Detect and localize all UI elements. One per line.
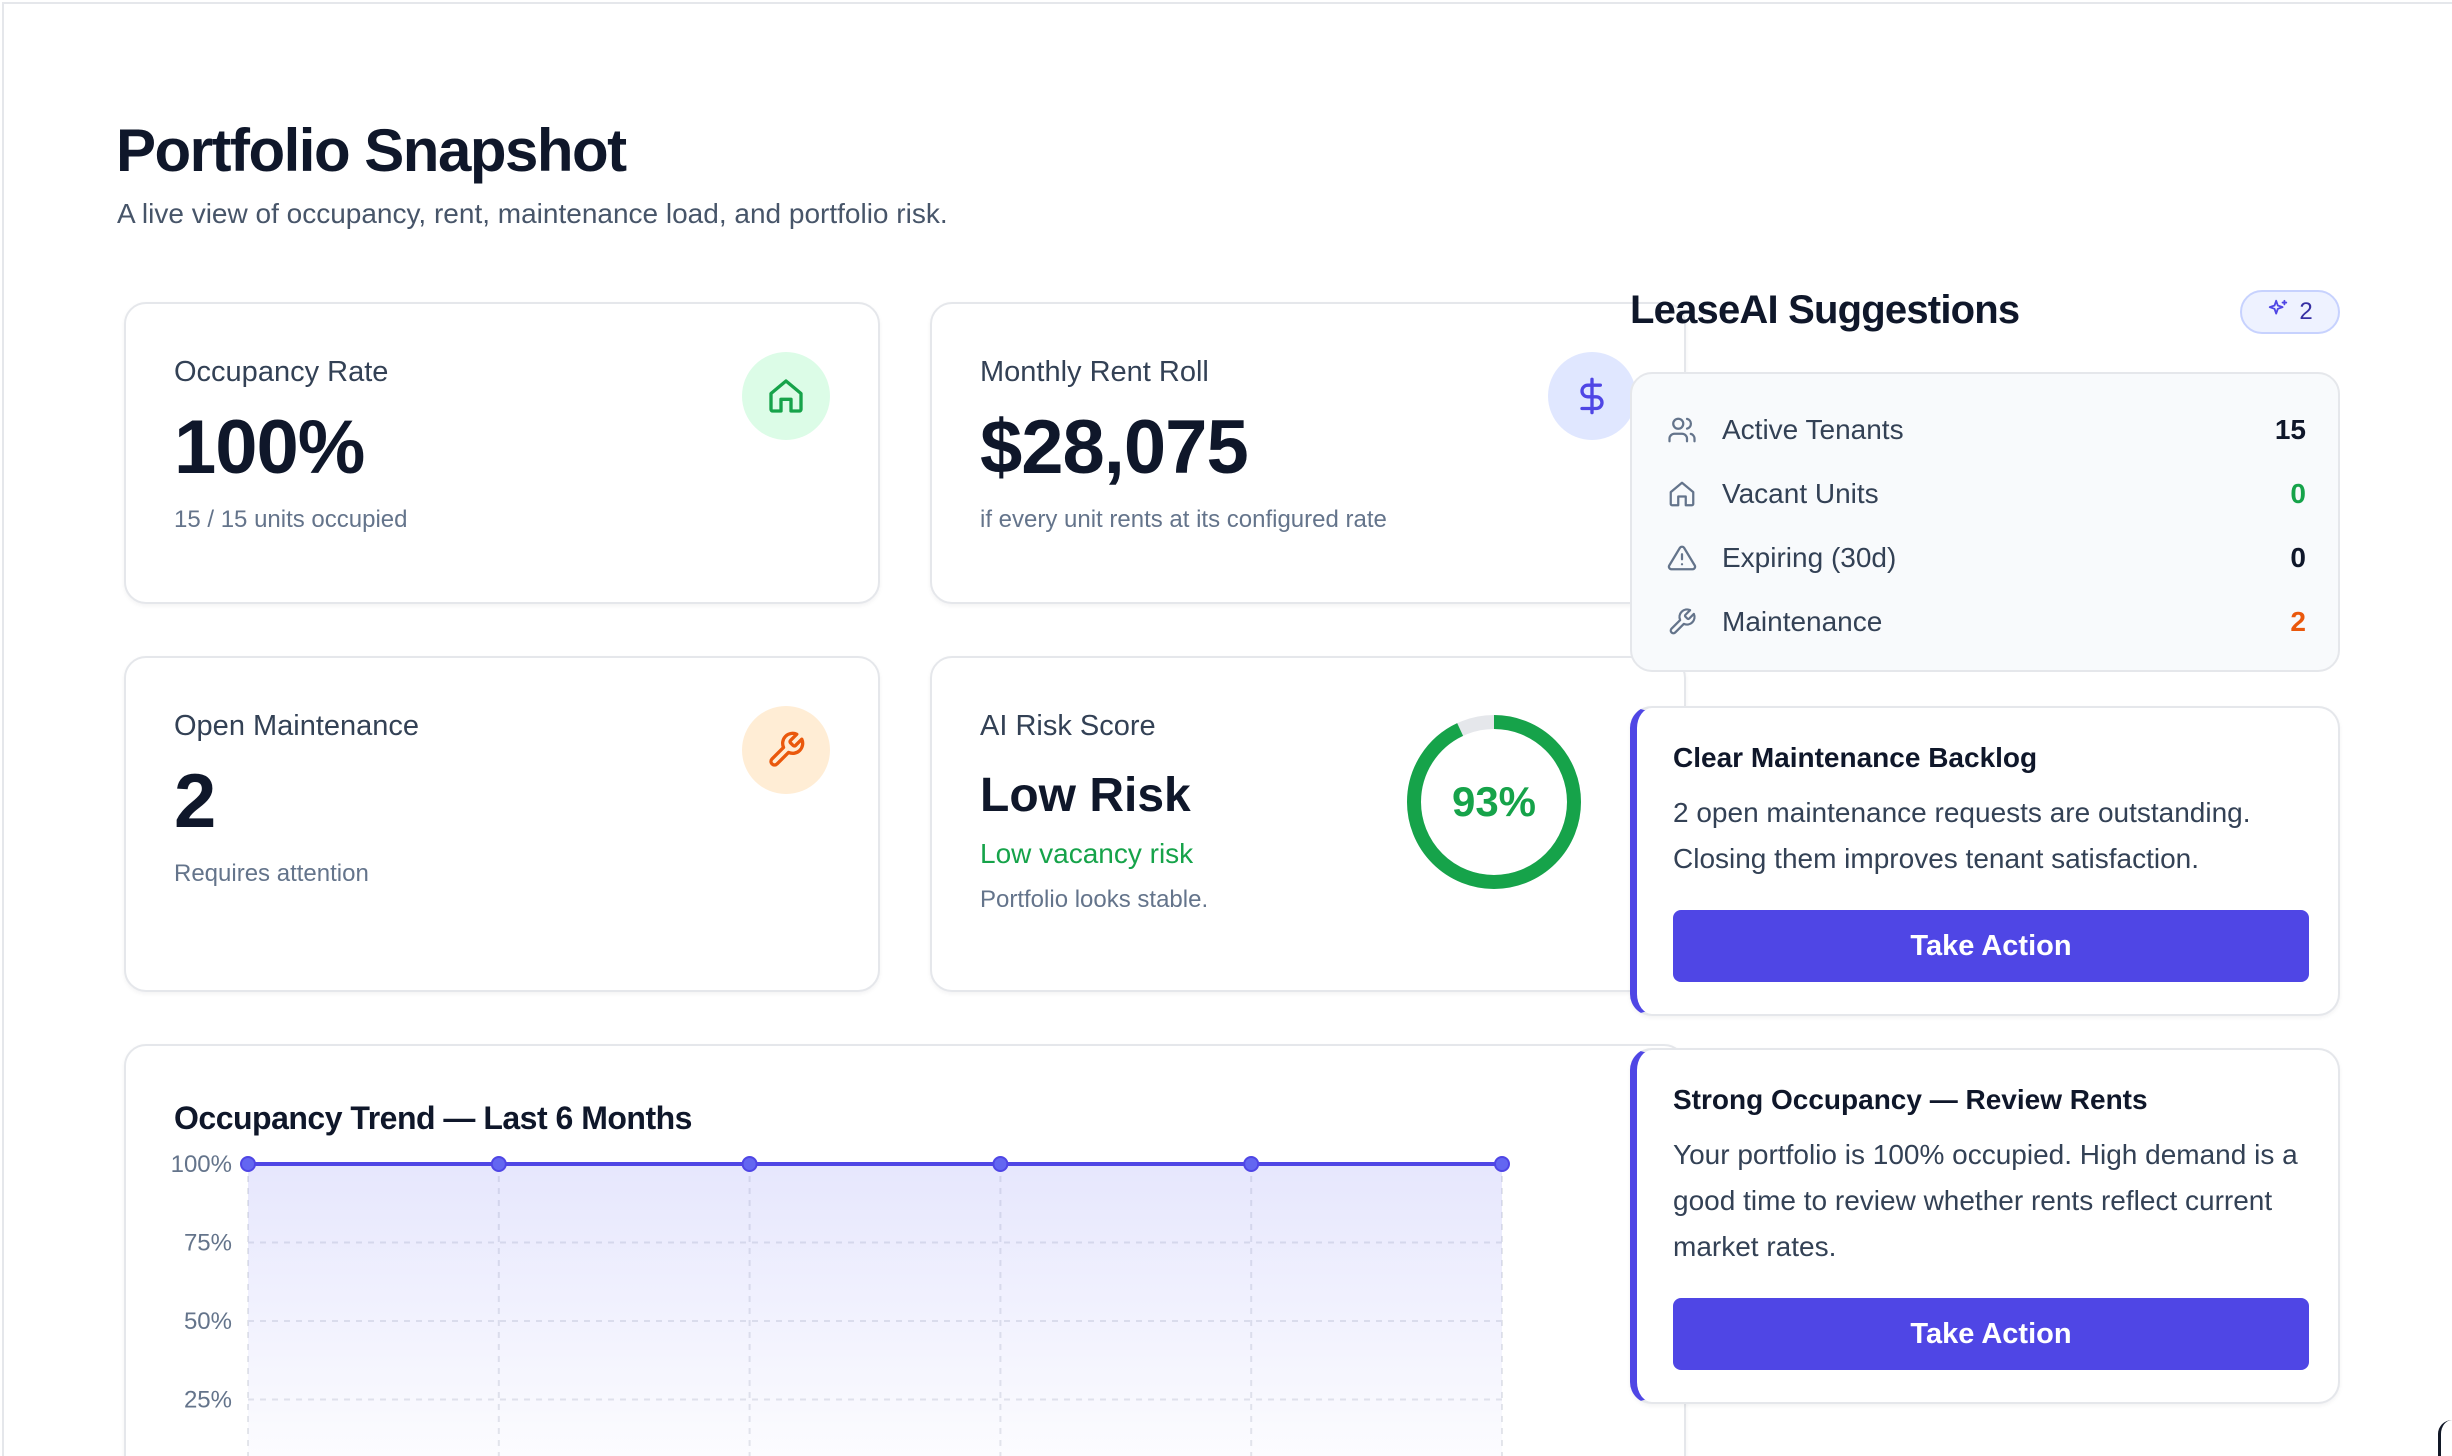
stat-label: Active Tenants (1722, 414, 1904, 445)
take-action-button[interactable]: Take Action (1673, 910, 2309, 982)
stat-label: Vacant Units (1722, 478, 1879, 509)
occupancy-card: Occupancy Rate 100% 15 / 15 units occupi… (124, 302, 880, 604)
maintenance-value: 2 (174, 759, 216, 844)
y-tick-label: 50% (184, 1308, 232, 1335)
page-subtitle: A live view of occupancy, rent, maintena… (117, 198, 948, 229)
stat-expiring: Expiring (30d) 0 (1666, 536, 2306, 580)
risk-level: Low Risk (980, 769, 1191, 822)
risk-sub: Portfolio looks stable. (980, 886, 1209, 913)
warning-icon (1666, 542, 1698, 574)
home-icon (742, 352, 830, 440)
rent-sub: if every unit rents at its configured ra… (980, 506, 1387, 533)
data-point[interactable] (992, 1156, 1009, 1172)
stat-value: 0 (2290, 542, 2306, 573)
badge-count: 2 (2299, 298, 2313, 325)
y-tick-label: 75% (184, 1230, 232, 1257)
maintenance-card: Open Maintenance 2 Requires attention (124, 656, 880, 992)
suggestion-card: Clear Maintenance Backlog 2 open mainten… (1630, 706, 2340, 1016)
stat-maintenance: Maintenance 2 (1666, 600, 2306, 644)
wrench-icon (742, 706, 830, 794)
stat-value: 15 (2274, 414, 2306, 445)
page-title: Portfolio Snapshot (116, 117, 627, 184)
suggestion-title: Strong Occupancy — Review Rents (1673, 1084, 2148, 1115)
rent-value: $28,075 (980, 405, 1249, 490)
stat-label: Maintenance (1722, 606, 1883, 637)
data-point[interactable] (741, 1156, 758, 1172)
occupancy-label: Occupancy Rate (174, 356, 389, 388)
risk-detail: Low vacancy risk (980, 838, 1194, 869)
wrench-icon (1666, 606, 1698, 638)
data-point[interactable] (490, 1156, 507, 1172)
occupancy-value: 100% (174, 405, 365, 490)
dollar-icon (1548, 352, 1636, 440)
suggestions-title: LeaseAI Suggestions (1630, 288, 2020, 332)
risk-score-value: 93% (1451, 778, 1537, 825)
occupancy-sub: 15 / 15 units occupied (174, 506, 408, 533)
rent-card: Monthly Rent Roll $28,075 if every unit … (930, 302, 1686, 604)
portfolio-stats: Active Tenants 15 Vacant Units 0 Expirin… (1630, 372, 2340, 672)
y-tick-label: 25% (184, 1387, 232, 1414)
rent-label: Monthly Rent Roll (980, 356, 1209, 388)
data-point[interactable] (1494, 1156, 1510, 1172)
stat-value: 0 (2290, 478, 2306, 509)
stat-label: Expiring (30d) (1722, 542, 1897, 573)
data-point[interactable] (240, 1156, 256, 1172)
stat-vacant-units: Vacant Units 0 (1666, 472, 2306, 516)
suggestion-title: Clear Maintenance Backlog (1673, 742, 2038, 773)
suggestions-count-badge: 2 (2240, 290, 2340, 334)
risk-label: AI Risk Score (980, 710, 1156, 742)
home-icon (1666, 478, 1698, 510)
suggestion-body: Your portfolio is 100% occupied. High de… (1673, 1139, 2298, 1262)
take-action-button[interactable]: Take Action (1673, 1298, 2309, 1370)
sparkle-icon (2267, 298, 2289, 327)
occupancy-trend-chart: 100%75%50%25%0%DecJanFebMarAprMay (171, 1151, 1510, 1456)
users-icon (1666, 414, 1698, 446)
maintenance-label: Open Maintenance (174, 710, 420, 742)
stat-active-tenants: Active Tenants 15 (1666, 408, 2306, 452)
occupancy-trend-card: Occupancy Trend — Last 6 Months 100% 75% 5… (124, 1044, 1686, 1456)
occupancy-area (248, 1164, 1502, 1456)
risk-card: AI Risk Score Low Risk Low vacancy risk … (930, 656, 1686, 992)
stat-value: 2 (2290, 606, 2306, 637)
suggestion-body: 2 open maintenance requests are outstand… (1673, 797, 2251, 874)
maintenance-sub: Requires attention (174, 860, 369, 887)
suggestion-card: Strong Occupancy — Review Rents Your por… (1630, 1048, 2340, 1404)
window-edge (2438, 1420, 2452, 1456)
y-tick-label: 100% (171, 1151, 232, 1178)
data-point[interactable] (1243, 1156, 1260, 1172)
